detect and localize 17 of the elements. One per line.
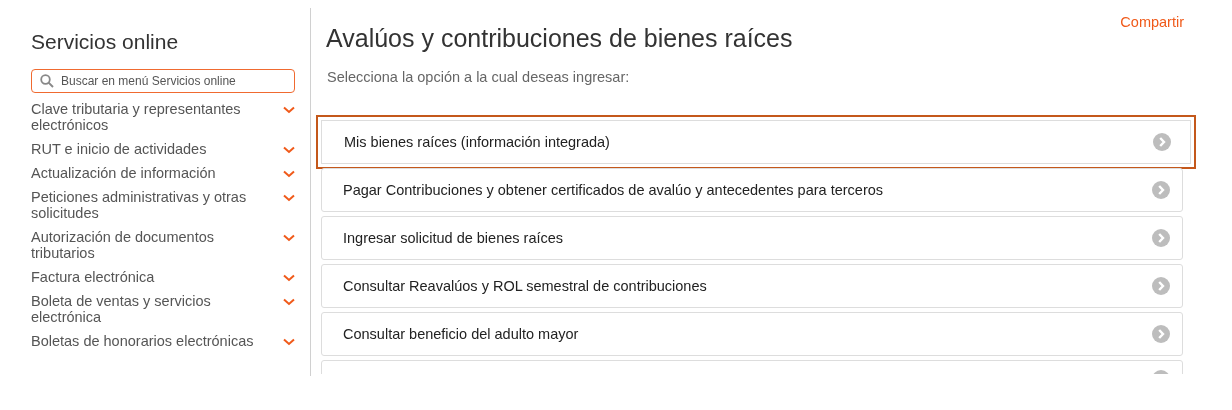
sidebar-item[interactable]: Boletas de honorarios electrónicas bbox=[31, 333, 296, 349]
sidebar-item[interactable]: Autorización de documentos tributarios bbox=[31, 229, 296, 261]
sidebar-item[interactable]: Peticiones administrativas y otras solicitudes bbox=[31, 189, 296, 221]
sidebar-item[interactable]: Factura electrónica bbox=[31, 269, 296, 285]
option-item[interactable]: Mis bienes raíces (información integrada) bbox=[316, 115, 1196, 169]
sidebar-item[interactable]: RUT e inicio de actividades bbox=[31, 141, 296, 157]
instruction-text: Selecciona la opción a la cual deseas ingresar: bbox=[327, 69, 630, 85]
sidebar-title: Servicios online bbox=[31, 30, 179, 54]
page-title: Avalúos y contribuciones de bienes raíces bbox=[326, 24, 793, 53]
search-field[interactable]: Buscar en menú Servicios online bbox=[31, 69, 295, 93]
option-item[interactable]: Ingresar solicitud de bienes raíces bbox=[321, 216, 1183, 260]
sidebar-item[interactable]: Actualización de información bbox=[31, 165, 296, 181]
option-item[interactable]: Pagar Contribuciones y obtener certificados de avalúo y antecedentes para terceros bbox=[321, 168, 1183, 212]
sidebar-item[interactable]: Boleta de ventas y servicios electrónica bbox=[31, 293, 296, 325]
sidebar-item[interactable]: Clave tributaria y representantes electrónicos bbox=[31, 101, 296, 133]
option-item[interactable]: Consultar Reavalúos y ROL semestral de contribuciones bbox=[321, 264, 1183, 308]
option-item[interactable]: Consultar beneficio del adulto mayor bbox=[321, 312, 1183, 356]
